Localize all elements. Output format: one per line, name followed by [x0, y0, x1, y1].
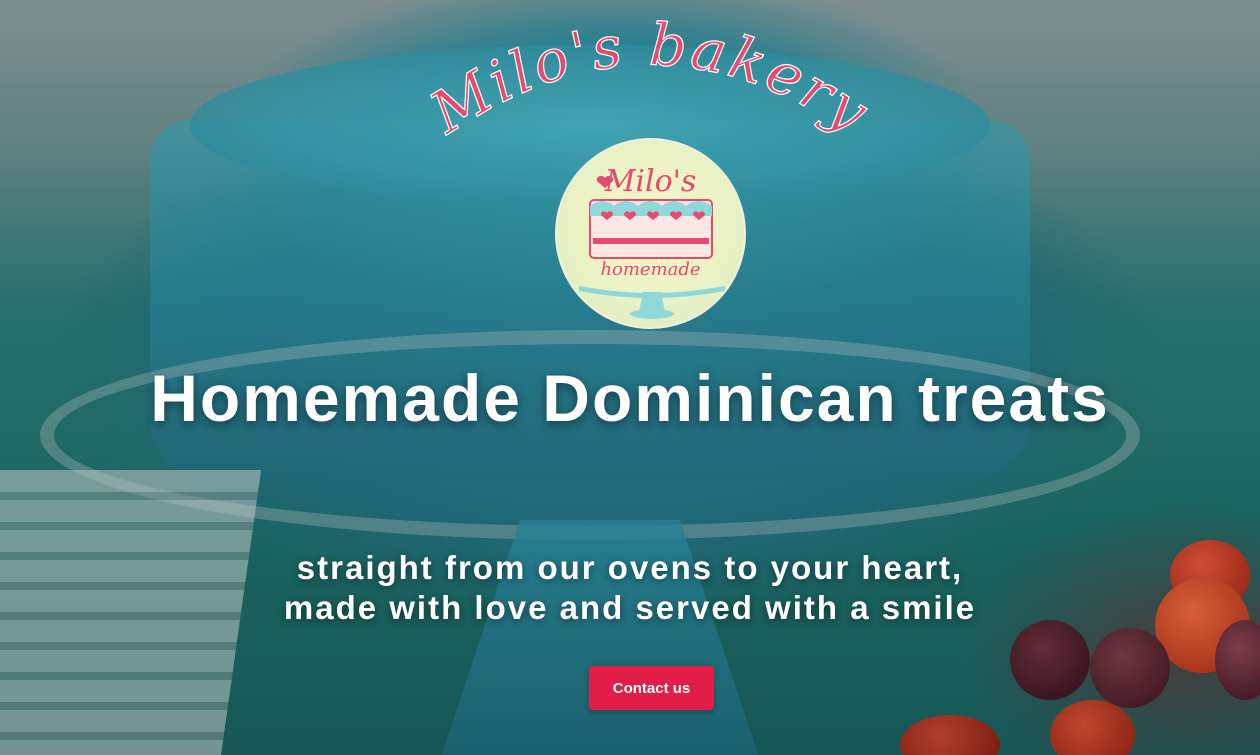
hero-section: Milo's bakery Milo's homemade Homemade D…: [0, 0, 1260, 755]
contact-us-button[interactable]: Contact us: [589, 666, 714, 710]
logo-title: Milo's: [604, 164, 697, 199]
logo-subtitle: homemade: [600, 259, 701, 280]
hero-headline: Homemade Dominican treats: [150, 361, 1110, 435]
hero-tagline-line-2: made with love and served with a smile: [283, 589, 977, 626]
bakery-logo[interactable]: Milo's homemade: [555, 138, 746, 329]
brand-arc-textpath: Milo's bakery: [417, 10, 880, 148]
hero-tagline-line-1: straight from our ovens to your heart,: [296, 549, 964, 586]
hero-tagline: straight from our ovens to your heart, m…: [0, 548, 1260, 628]
brand-arc-text: Milo's bakery: [418, 10, 882, 147]
